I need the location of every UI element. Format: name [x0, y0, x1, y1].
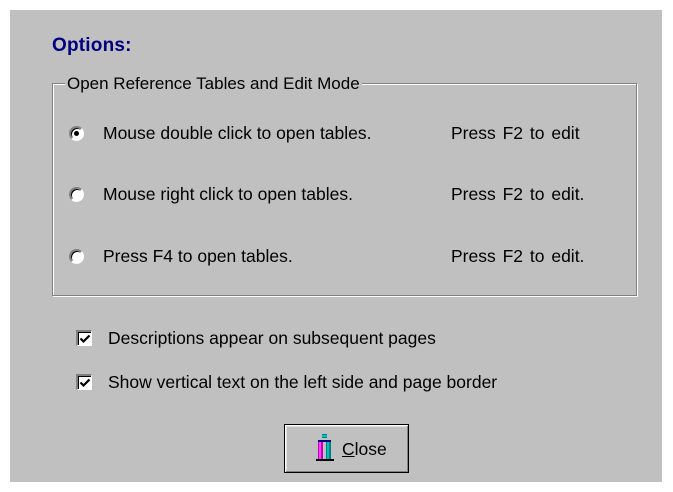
radio-button[interactable]	[69, 249, 84, 264]
options-title: Options:	[52, 35, 132, 56]
close-button-label: Close	[342, 439, 387, 459]
checkbox-vertical-text[interactable]: Show vertical text on the left side and …	[76, 372, 636, 394]
radio-hint: Press F2 to edit.	[451, 246, 585, 266]
radio-button[interactable]	[69, 187, 84, 202]
close-button[interactable]: Close	[284, 424, 409, 473]
radio-hint: Press F2 to edit.	[451, 184, 585, 204]
radio-right-click[interactable]: Mouse right click to open tables. Press …	[69, 184, 629, 208]
checkbox[interactable]	[76, 374, 92, 390]
radio-selected-dot	[74, 131, 79, 136]
checkmark-icon	[79, 378, 91, 388]
checkbox-label: Show vertical text on the left side and …	[108, 372, 498, 392]
radio-label: Mouse right click to open tables.	[103, 184, 353, 204]
checkbox-label: Descriptions appear on subsequent pages	[108, 328, 436, 348]
checkmark-icon	[79, 334, 91, 344]
checkbox[interactable]	[76, 330, 92, 346]
radio-button[interactable]	[69, 126, 84, 141]
door-exit-icon	[316, 434, 334, 461]
radio-double-click[interactable]: Mouse double click to open tables. Press…	[69, 123, 629, 147]
radio-label: Press F4 to open tables.	[103, 246, 293, 266]
radio-hint: Press F2 to edit	[451, 123, 580, 143]
radio-label: Mouse double click to open tables.	[103, 123, 372, 143]
radio-press-f4[interactable]: Press F4 to open tables. Press F2 to edi…	[69, 246, 629, 270]
options-dialog: Options: Open Reference Tables and Edit …	[10, 10, 662, 482]
groupbox-legend: Open Reference Tables and Edit Mode	[65, 74, 362, 94]
checkbox-descriptions[interactable]: Descriptions appear on subsequent pages	[76, 328, 636, 350]
